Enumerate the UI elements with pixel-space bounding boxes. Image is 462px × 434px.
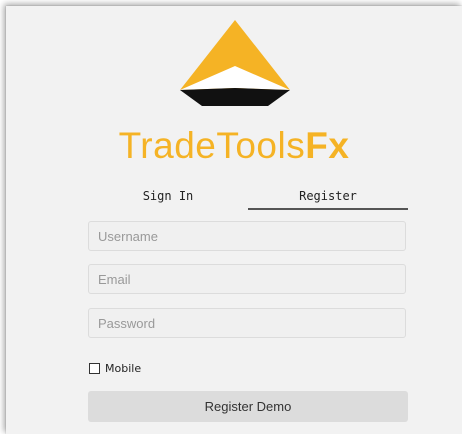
password-field[interactable] (88, 308, 406, 338)
logo-black-base (180, 88, 290, 106)
login-window: TradeToolsFx Sign In Register Mobile Reg… (6, 6, 462, 434)
register-demo-button[interactable]: Register Demo (88, 391, 408, 422)
email-field[interactable] (88, 264, 406, 294)
mobile-option: Mobile (89, 360, 141, 376)
tab-sign-in[interactable]: Sign In (88, 186, 248, 214)
auth-tabs: Sign In Register (88, 186, 408, 216)
mobile-checkbox[interactable] (89, 362, 100, 374)
username-field[interactable] (88, 221, 406, 251)
tab-register[interactable]: Register (248, 186, 408, 210)
pyramid-logo-icon (180, 20, 290, 106)
brand-name-regular: TradeTools (118, 125, 306, 166)
brand-name-bold: Fx (305, 125, 350, 166)
brand-title: TradeToolsFx (6, 125, 462, 167)
mobile-label[interactable]: Mobile (105, 362, 141, 375)
